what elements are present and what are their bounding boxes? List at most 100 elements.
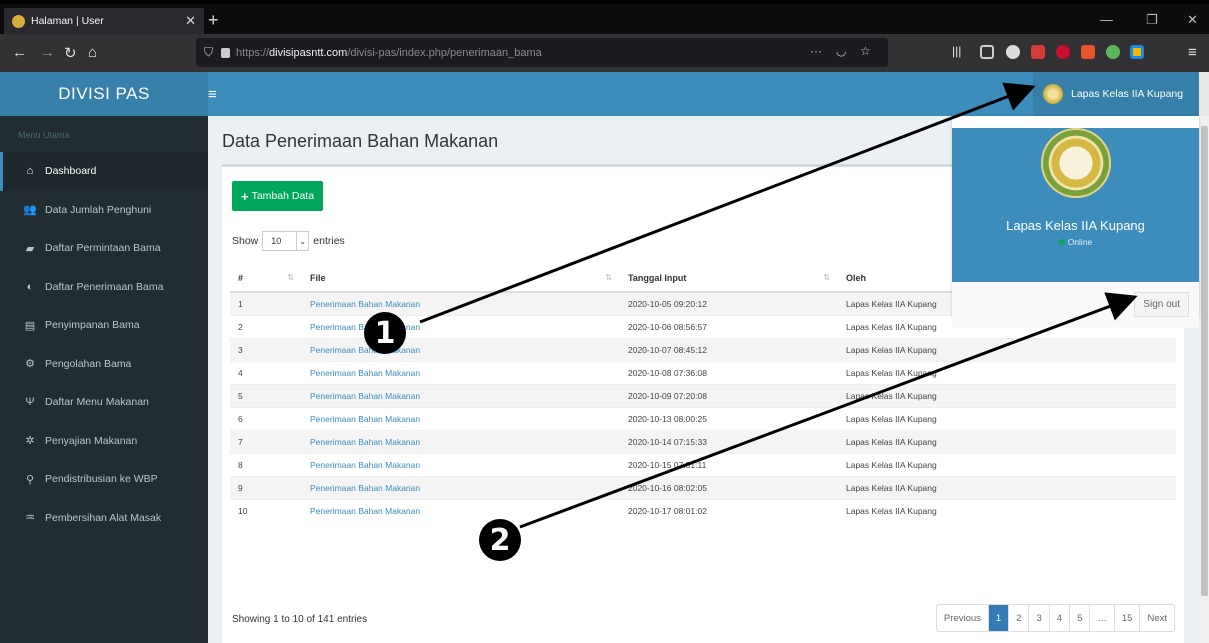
archive-icon: ▤: [24, 319, 36, 332]
browser-tab-bar: Halaman | User ✕ + — ❐ ✕: [0, 0, 1209, 34]
page-button-5[interactable]: 5: [1070, 605, 1091, 631]
sidebar-item-daftar-menu-makanan[interactable]: Ψ Daftar Menu Makanan: [0, 383, 208, 422]
forward-icon[interactable]: →: [40, 44, 55, 61]
shower-icon: ♒: [25, 512, 35, 525]
sidebar-item-pembersihan-alat-masak[interactable]: ♒ Pembersihan Alat Masak: [0, 499, 208, 538]
sidebar-item-pengolahan-bama[interactable]: ⚙ Pengolahan Bama: [0, 345, 208, 384]
extension-blue-icon[interactable]: [1130, 45, 1144, 59]
cell-date: 2020-10-17 08:01:02: [620, 498, 838, 522]
library-icon[interactable]: |||: [952, 44, 961, 58]
new-tab-icon[interactable]: +: [208, 10, 219, 31]
cell-date: 2020-10-13 08:00:25: [620, 406, 838, 430]
file-link[interactable]: Penerimaan Bahan Makanan: [310, 506, 420, 516]
sidebar-item-daftar-penerimaan-bama[interactable]: ◐ Daftar Penerimaan Bama: [0, 268, 208, 307]
user-dropdown-header: Lapas Kelas IIA Kupang Online: [952, 128, 1199, 282]
sidebar-item-penyajian-makanan[interactable]: ✲ Penyajian Makanan: [0, 422, 208, 461]
cell-date: 2020-10-14 07:15:33: [620, 429, 838, 453]
page-button-previous[interactable]: Previous: [937, 605, 989, 631]
sidebar: DIVISI PAS Menu Utama ⌂ Dashboard 👥 Data Ju…: [0, 72, 208, 643]
sidebar-menu: ⌂ Dashboard 👥 Data Jumlah Penghuni ▰ Daftar P…: [0, 152, 208, 537]
file-link[interactable]: Penerimaan Bahan Makanan: [310, 460, 420, 470]
page-button-1[interactable]: 1: [988, 605, 1010, 631]
table-row: 5 Penerimaan Bahan Makanan 2020-10-09 07:2…: [230, 383, 1176, 407]
file-link[interactable]: Penerimaan Bahan Makanan: [310, 483, 420, 493]
user-dropdown-footer: Sign out: [952, 282, 1199, 328]
extension-red-icon[interactable]: [1031, 45, 1045, 59]
close-tab-icon[interactable]: ✕: [185, 13, 196, 29]
pocket-icon[interactable]: ◡: [836, 44, 846, 58]
user-avatar: [1043, 84, 1063, 104]
sidebar-item-label: Data Jumlah Penghuni: [45, 203, 152, 216]
sidebar-item-label: Pendistribusian ke WBP: [45, 473, 158, 486]
cell-date: 2020-10-16 08:02:05: [620, 475, 838, 499]
file-link[interactable]: Penerimaan Bahan Makanan: [310, 299, 420, 309]
page-button-4[interactable]: 4: [1050, 605, 1071, 631]
col-header-date[interactable]: Tanggal Input ⇅: [620, 265, 838, 293]
extension-green-icon[interactable]: [1106, 45, 1120, 59]
col-header-file[interactable]: File ⇅: [302, 265, 620, 293]
cell-date: 2020-10-08 07:36:08: [620, 360, 838, 384]
sidebar-toggle-icon[interactable]: [980, 45, 994, 59]
user-menu-toggle[interactable]: Lapas Kelas IIA Kupang: [1033, 72, 1199, 116]
sidebar-item-data-jumlah-penghuni[interactable]: 👥 Data Jumlah Penghuni: [0, 191, 208, 230]
page-actions-icon[interactable]: ···: [810, 44, 822, 58]
cell-by: Lapas Kelas IIA Kupang: [838, 337, 1176, 361]
sidebar-item-pendistribusian-ke-wbp[interactable]: ⚲ Pendistribusian ke WBP: [0, 460, 208, 499]
table-row: 4 Penerimaan Bahan Makanan 2020-10-08 07:3…: [230, 360, 1176, 384]
shield-icon: ⛉: [204, 45, 214, 59]
file-link[interactable]: Penerimaan Bahan Makanan: [310, 437, 420, 447]
page-button-3[interactable]: 3: [1029, 605, 1050, 631]
cell-number: 9: [230, 475, 302, 499]
sidebar-item-label: Penyajian Makanan: [45, 434, 138, 447]
reload-icon[interactable]: ↻: [64, 44, 77, 62]
table-row: 9 Penerimaan Bahan Makanan 2020-10-16 08:0…: [230, 475, 1176, 499]
sidebar-item-label: Pembersihan Alat Masak: [45, 511, 162, 524]
tab-title: Halaman | User: [31, 15, 104, 27]
brand-logo[interactable]: DIVISI PAS: [0, 72, 208, 116]
cell-file: Penerimaan Bahan Makanan: [302, 291, 620, 315]
file-link[interactable]: Penerimaan Bahan Makanan: [310, 345, 420, 355]
page-scrollbar[interactable]: [1200, 116, 1209, 643]
scrollbar-thumb[interactable]: [1201, 126, 1208, 596]
home-icon: ⌂: [26, 165, 34, 178]
show-label: Show: [232, 235, 259, 247]
hamburger-menu-icon[interactable]: ≡: [208, 86, 217, 103]
page-button-next[interactable]: Next: [1140, 605, 1174, 631]
cell-file: Penerimaan Bahan Makanan: [302, 360, 620, 384]
online-dot-icon: [1058, 239, 1065, 245]
extension-icon[interactable]: [1006, 45, 1020, 59]
maximize-icon[interactable]: ❐: [1146, 12, 1158, 28]
sidebar-item-daftar-permintaan-bama[interactable]: ▰ Daftar Permintaan Bama: [0, 229, 208, 268]
address-bar[interactable]: ⛉ https://divisipasntt.com/divisi-pas/in…: [196, 38, 888, 67]
adblock-icon[interactable]: [1056, 45, 1070, 59]
app-menu-icon[interactable]: ≡: [1188, 44, 1197, 61]
dropdown-user-name: Lapas Kelas IIA Kupang: [1006, 218, 1145, 233]
file-link[interactable]: Penerimaan Bahan Makanan: [310, 391, 420, 401]
file-link[interactable]: Penerimaan Bahan Makanan: [310, 414, 420, 424]
cell-file: Penerimaan Bahan Makanan: [302, 314, 620, 338]
book-icon: ▰: [25, 242, 35, 255]
file-link[interactable]: Penerimaan Bahan Makanan: [310, 368, 420, 378]
sign-out-button[interactable]: Sign out: [1134, 292, 1189, 317]
back-icon[interactable]: ←: [12, 44, 27, 61]
page-button-2[interactable]: 2: [1009, 605, 1030, 631]
sidebar-item-dashboard[interactable]: ⌂ Dashboard: [0, 152, 208, 191]
add-data-button[interactable]: + Tambah Data: [232, 181, 324, 211]
chevron-down-icon: ⌄: [296, 232, 308, 250]
sidebar-item-label: Penyimpanan Bama: [45, 319, 140, 332]
minimize-icon[interactable]: —: [1100, 12, 1113, 27]
window-close-icon[interactable]: ✕: [1187, 12, 1198, 28]
cell-number: 1: [230, 291, 302, 315]
entries-select[interactable]: 10 ⌄: [262, 231, 310, 251]
bookmark-star-icon[interactable]: ☆: [860, 44, 871, 58]
home-browser-icon[interactable]: ⌂: [88, 44, 97, 61]
annotation-badge-1: 1: [364, 312, 406, 354]
sidebar-item-label: Pengolahan Bama: [45, 357, 132, 370]
sidebar-item-penyimpanan-bama[interactable]: ▤ Penyimpanan Bama: [0, 306, 208, 345]
lock-icon: [221, 47, 231, 58]
page-button-15[interactable]: 15: [1115, 605, 1141, 631]
col-header-number[interactable]: # ⇅: [230, 265, 302, 293]
browser-tab[interactable]: Halaman | User ✕: [4, 8, 204, 34]
cell-file: Penerimaan Bahan Makanan: [302, 383, 620, 407]
extension-orange-icon[interactable]: [1081, 45, 1095, 59]
